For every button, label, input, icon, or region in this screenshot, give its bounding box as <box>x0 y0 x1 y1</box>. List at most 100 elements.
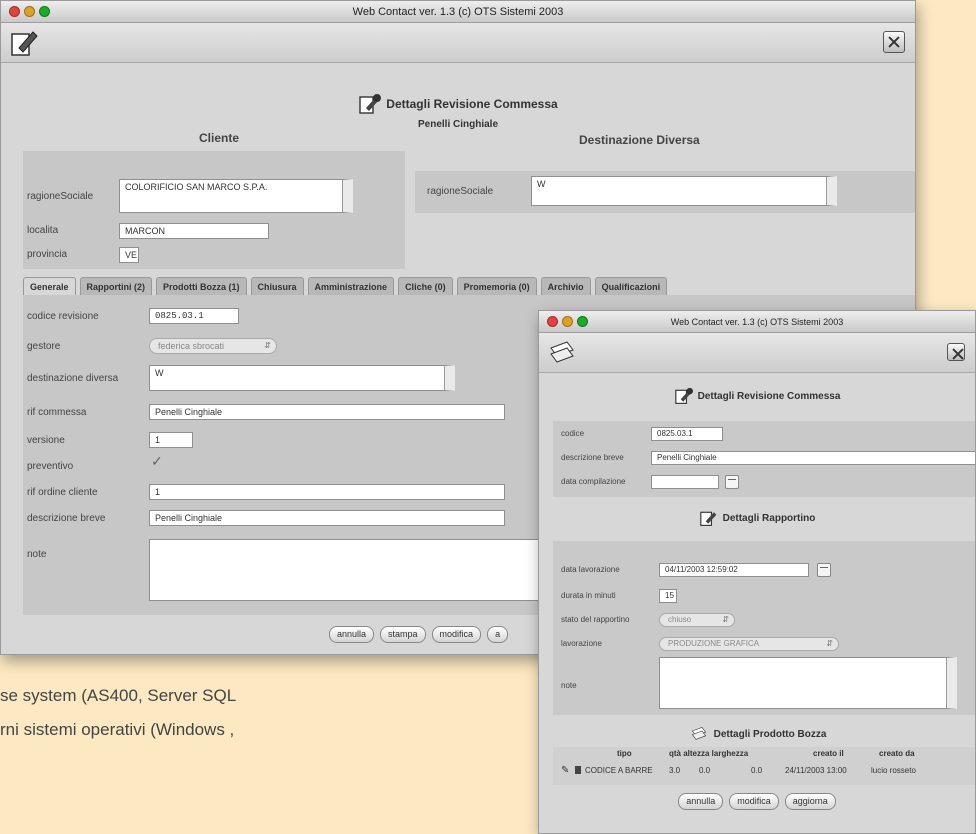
table-row[interactable]: ✎ CODICE A BARRE 3.0 0.0 0.0 24/11/2003 … <box>553 763 975 779</box>
close-icon[interactable] <box>883 31 905 53</box>
commessa-field[interactable]: Penelli Cinghiale <box>149 404 505 420</box>
localita-label: localita <box>27 225 59 236</box>
rapportino-header: Dettagli Rapportino <box>539 509 975 530</box>
second-annulla-button[interactable]: annulla <box>678 793 724 810</box>
prodotto-header: Dettagli Prodotto Bozza <box>539 725 975 746</box>
page-subtitle: Penelli Cinghiale <box>417 119 499 130</box>
col-tipo: tipo <box>617 749 632 758</box>
tab-archivio[interactable]: Archivio <box>540 277 591 295</box>
tab-prodotti-bozza[interactable]: Prodotti Bozza (1) <box>156 277 247 295</box>
row-altezza: 0.0 <box>699 766 711 775</box>
stato-label: stato del rapportino <box>561 615 630 624</box>
annulla-button[interactable]: annulla <box>329 626 375 643</box>
row-tipo: CODICE A BARRE <box>585 766 653 775</box>
second-data-field[interactable] <box>651 475 719 489</box>
codice-field[interactable]: 0825.03.1 <box>149 308 239 324</box>
rapportino-note-field[interactable] <box>659 657 957 709</box>
provincia-field[interactable]: VE <box>119 247 139 263</box>
revision-icon <box>359 94 382 114</box>
second-window-title: Web Contact ver. 1.3 (c) OTS Sistemi 200… <box>670 317 844 327</box>
second-minimize-light-icon[interactable] <box>562 316 573 327</box>
descrizione-label: descrizione breve <box>27 513 106 524</box>
calendar-icon[interactable] <box>725 475 739 489</box>
tab-cliche[interactable]: Cliche (0) <box>398 277 453 295</box>
rapportino-block: data lavorazione 04/11/2003 12:59:02 dur… <box>553 541 975 715</box>
second-descrizione-field[interactable]: Penelli Cinghiale <box>651 451 975 465</box>
codice-label: codice revisione <box>27 311 99 322</box>
gestore-label: gestore <box>27 341 61 352</box>
second-window: Web Contact ver. 1.3 (c) OTS Sistemi 200… <box>538 310 976 834</box>
durata-field[interactable]: 15 <box>659 589 677 603</box>
second-codice-label: codice <box>561 429 585 438</box>
second-modifica-button[interactable]: modifica <box>729 793 779 810</box>
ordine-label: rif ordine cliente <box>27 487 98 498</box>
provincia-label: provincia <box>27 249 68 260</box>
gestore-select[interactable]: federica sbrocati <box>149 338 277 354</box>
data-lavorazione-label: data lavorazione <box>561 565 620 574</box>
row-larghezza: 0.0 <box>751 766 763 775</box>
window-title: Web Contact ver. 1.3 (c) OTS Sistemi 200… <box>352 6 564 18</box>
calendar-lavorazione-icon[interactable] <box>817 563 831 577</box>
page-title: Dettagli Revisione Commessa <box>386 97 558 111</box>
note-label: note <box>27 549 47 560</box>
second-titlebar[interactable]: Web Contact ver. 1.3 (c) OTS Sistemi 200… <box>539 311 975 333</box>
second-header: Dettagli Revisione Commessa <box>539 387 975 408</box>
rapportino-title: Dettagli Rapportino <box>722 512 816 524</box>
delete-icon[interactable] <box>575 766 581 774</box>
col-creato-da: creato da <box>879 749 915 758</box>
rapportino-note-label: note <box>561 681 577 690</box>
tab-rapportini[interactable]: Rapportini (2) <box>79 277 153 295</box>
cliente-ragione-field[interactable]: COLORIFICIO SAN MARCO S.P.A. <box>119 179 353 213</box>
ragione-label: ragioneSociale <box>27 191 94 202</box>
stack-documents-icon[interactable] <box>547 338 577 368</box>
main-titlebar[interactable]: Web Contact ver. 1.3 (c) OTS Sistemi 200… <box>1 1 915 23</box>
edit-document-icon[interactable] <box>9 28 39 58</box>
modifica-button[interactable]: modifica <box>431 626 482 643</box>
stampa-button[interactable]: stampa <box>380 626 426 643</box>
lavorazione-select[interactable]: PRODUZIONE GRAFICA <box>659 637 839 651</box>
stato-select[interactable]: chiuso <box>659 613 735 627</box>
second-content: Dettagli Revisione Commessa codice 0825.… <box>539 373 975 833</box>
destinazione-diversa-field[interactable]: W <box>149 365 455 391</box>
aggiorna-button[interactable]: a <box>487 626 509 643</box>
versione-field[interactable]: 1 <box>149 432 193 448</box>
localita-field[interactable]: MARCON <box>119 223 269 239</box>
data-lavorazione-field[interactable]: 04/11/2003 12:59:02 <box>659 563 809 577</box>
tab-amministrazione[interactable]: Amministrazione <box>307 277 395 295</box>
second-zoom-light-icon[interactable] <box>577 316 588 327</box>
tab-chiusura[interactable]: Chiusura <box>250 277 304 295</box>
tab-generale[interactable]: Generale <box>23 277 76 295</box>
second-info-block: codice 0825.03.1 descrizione breve Penel… <box>553 421 975 497</box>
destinazione-panel: ragioneSociale W <box>415 171 915 213</box>
ordine-field[interactable]: 1 <box>149 484 505 500</box>
tab-promemoria[interactable]: Promemoria (0) <box>456 277 537 295</box>
dest-ragione-field[interactable]: W <box>531 176 837 206</box>
descrizione-field[interactable]: Penelli Cinghiale <box>149 510 505 526</box>
second-revision-icon <box>674 387 693 404</box>
prodotto-title: Dettagli Prodotto Bozza <box>713 728 827 740</box>
minimize-light-icon[interactable] <box>24 6 35 17</box>
second-close-light-icon[interactable] <box>547 316 558 327</box>
cliente-panel: ragioneSociale COLORIFICIO SAN MARCO S.P… <box>23 151 405 269</box>
second-window-controls <box>547 316 588 327</box>
pencil-icon[interactable]: ✎ <box>561 765 569 776</box>
note-textarea[interactable] <box>149 539 555 601</box>
caption-line-1: se system (AS400, Server SQL <box>0 686 237 705</box>
col-creato-il: creato il <box>813 749 844 758</box>
tab-qualificazioni[interactable]: Qualificazioni <box>594 277 668 295</box>
second-aggiorna-button[interactable]: aggiorna <box>784 793 836 810</box>
close-light-icon[interactable] <box>9 6 20 17</box>
prodotto-icon <box>691 727 706 740</box>
second-close-icon[interactable] <box>947 343 965 361</box>
second-toolbar <box>539 333 975 373</box>
row-qta: 3.0 <box>669 766 681 775</box>
preventivo-checkbox[interactable]: ✓ <box>151 453 163 470</box>
versione-label: versione <box>27 435 65 446</box>
window-controls <box>9 6 50 17</box>
preventivo-label: preventivo <box>27 461 74 472</box>
second-codice-field[interactable]: 0825.03.1 <box>651 427 723 441</box>
zoom-light-icon[interactable] <box>39 6 50 17</box>
lavorazione-label: lavorazione <box>561 639 602 648</box>
caption-line-2: rni sistemi operativi (Windows , <box>0 720 235 739</box>
rapportino-icon <box>699 511 716 526</box>
